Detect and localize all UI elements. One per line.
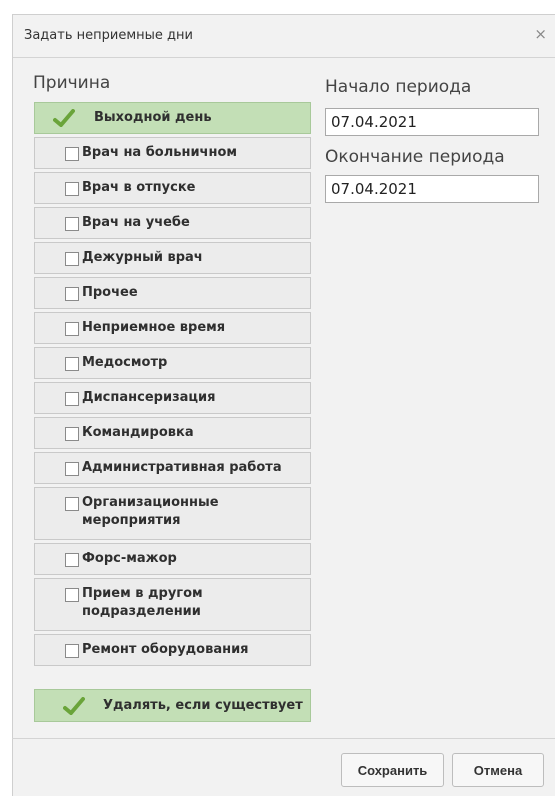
footer-divider — [12, 738, 555, 739]
reason-label: Неприемное время — [82, 320, 226, 335]
save-button[interactable]: Сохранить — [341, 753, 444, 787]
reason-label: Дежурный врач — [82, 250, 203, 265]
checkbox[interactable] — [65, 252, 79, 266]
reason-list: Выходной день Врач на больничном Врач в … — [34, 102, 311, 669]
reason-item[interactable]: Ремонт оборудования — [34, 634, 311, 666]
checkbox[interactable] — [65, 553, 79, 567]
reason-label: Командировка — [82, 425, 194, 440]
checkbox[interactable] — [65, 392, 79, 406]
reason-label: Прочее — [82, 285, 138, 300]
reason-item[interactable]: Врач в отпуске — [34, 172, 311, 204]
cancel-button[interactable]: Отмена — [452, 753, 544, 787]
reason-item[interactable]: Выходной день — [34, 102, 311, 134]
delete-if-exists-label: Удалять, если существует — [103, 698, 303, 713]
reason-label: Медосмотр — [82, 355, 168, 370]
reason-label: Административная работа — [82, 460, 282, 475]
reason-label: Причина — [33, 73, 111, 93]
reason-item[interactable]: Диспансеризация — [34, 382, 311, 414]
checkmark-icon — [53, 109, 75, 127]
checkbox[interactable] — [65, 644, 79, 658]
reason-item[interactable]: Дежурный врач — [34, 242, 311, 274]
reason-label: Выходной день — [94, 110, 212, 125]
period-end-input[interactable] — [325, 175, 539, 203]
reason-item[interactable]: Прочее — [34, 277, 311, 309]
reason-label: Врач на учебе — [82, 215, 190, 230]
checkmark-icon — [63, 697, 85, 715]
dialog-title: Задать неприемные дни — [24, 28, 193, 43]
checkbox[interactable] — [65, 462, 79, 476]
reason-label: Врач в отпуске — [82, 180, 196, 195]
close-icon[interactable]: × — [534, 25, 547, 43]
reason-item[interactable]: Форс-мажор — [34, 543, 311, 575]
reason-item[interactable]: Неприемное время — [34, 312, 311, 344]
checkbox[interactable] — [65, 147, 79, 161]
period-start-label: Начало периода — [325, 77, 472, 97]
checkbox[interactable] — [65, 217, 79, 231]
delete-if-exists-toggle[interactable]: Удалять, если существует — [34, 689, 311, 722]
reason-item[interactable]: Медосмотр — [34, 347, 311, 379]
dialog-titlebar: Задать неприемные дни × — [13, 15, 555, 58]
reason-label: Организационные мероприятия — [82, 495, 219, 528]
checkbox[interactable] — [65, 497, 79, 511]
period-end-label: Окончание периода — [325, 147, 505, 167]
checkbox[interactable] — [65, 322, 79, 336]
reason-item[interactable]: Организационные мероприятия — [34, 487, 311, 540]
reason-label: Врач на больничном — [82, 145, 238, 160]
checkbox[interactable] — [65, 182, 79, 196]
checkbox[interactable] — [65, 427, 79, 441]
reason-item[interactable]: Прием в другом подразделении — [34, 578, 311, 631]
checkbox[interactable] — [65, 287, 79, 301]
period-start-input[interactable] — [325, 108, 539, 136]
checkbox[interactable] — [65, 588, 79, 602]
checkbox[interactable] — [65, 357, 79, 371]
reason-item[interactable]: Командировка — [34, 417, 311, 449]
reason-label: Прием в другом подразделении — [82, 586, 203, 619]
reason-label: Ремонт оборудования — [82, 642, 249, 657]
reason-item[interactable]: Административная работа — [34, 452, 311, 484]
reason-item[interactable]: Врач на больничном — [34, 137, 311, 169]
reason-label: Форс-мажор — [82, 551, 177, 566]
reason-item[interactable]: Врач на учебе — [34, 207, 311, 239]
reason-label: Диспансеризация — [82, 390, 216, 405]
